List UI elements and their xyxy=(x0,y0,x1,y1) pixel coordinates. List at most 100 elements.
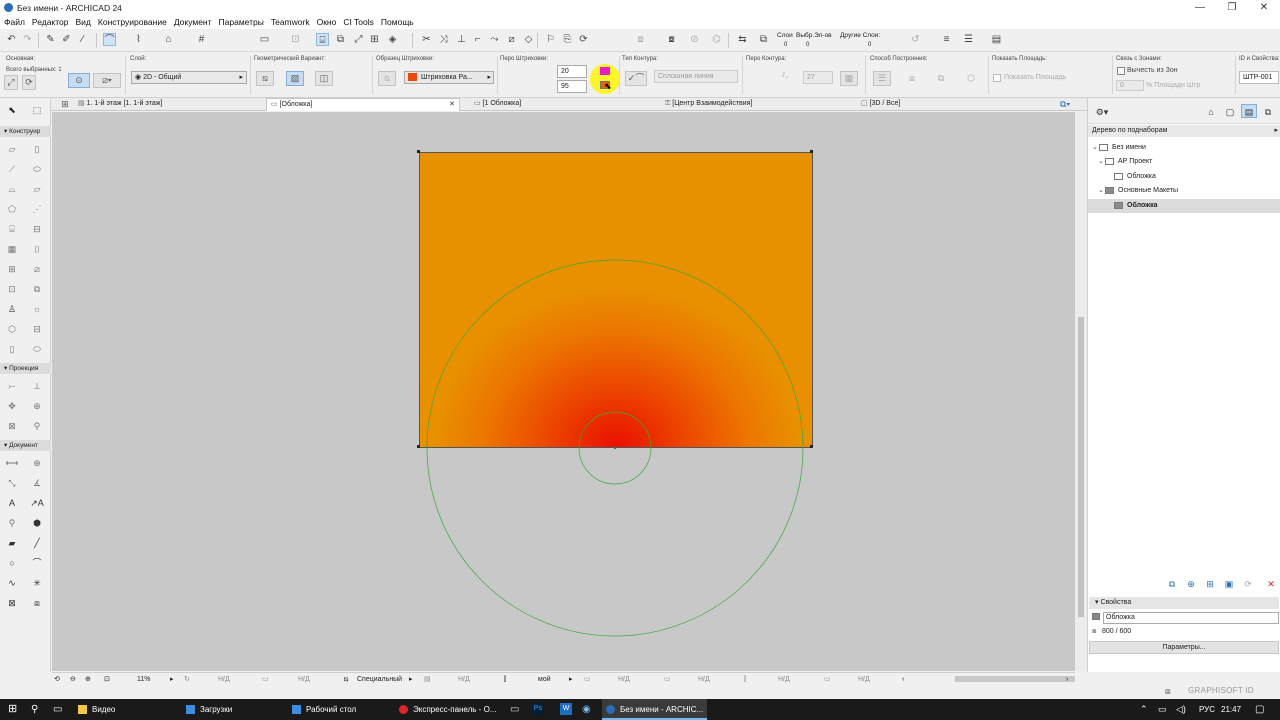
fill-settings-icon[interactable]: ⧄▾ xyxy=(93,73,121,88)
tree-item-main-layouts[interactable]: ⌄ Основные Макеты xyxy=(1088,184,1280,198)
tree-item-cover-layout[interactable]: Обложка xyxy=(1088,199,1280,213)
elevation-tool-icon[interactable]: ⊥ xyxy=(29,379,45,393)
snap-guides-icon[interactable]: ⌒ xyxy=(103,33,116,46)
rectangle-fill-icon[interactable]: ▨ xyxy=(286,71,304,86)
spline-tool-icon[interactable]: ∿ xyxy=(4,576,20,590)
column-tool-icon[interactable]: ▯ xyxy=(29,142,45,156)
layout-icon[interactable]: ⧉ xyxy=(334,33,347,46)
edit-fill-icon[interactable]: ⊙ xyxy=(68,73,90,88)
update-icon[interactable]: ⟳ xyxy=(1240,577,1256,591)
fill-type-select[interactable]: Штриховка Ра... ▸ xyxy=(404,71,494,84)
selection-icon[interactable]: ▭ xyxy=(258,33,271,46)
corner-window-tool-icon[interactable]: ⊟ xyxy=(29,322,45,336)
angle-dimension-tool-icon[interactable]: ∡ xyxy=(29,476,45,490)
gravity-icon[interactable]: ⌂ xyxy=(162,33,175,46)
eyedropper-icon[interactable]: ⁄ xyxy=(76,33,89,46)
tab-floor-plan[interactable]: ▤ 1. 1-й этаж [1. 1-й этаж] xyxy=(74,98,264,111)
rotate-icon[interactable]: ⟳ xyxy=(22,75,36,90)
area-percent-input[interactable]: 0 xyxy=(1116,80,1144,91)
menu-help[interactable]: Помощь xyxy=(381,17,414,27)
corner-handle-tr[interactable] xyxy=(810,150,813,153)
window-tool-icon[interactable]: ⊞ xyxy=(4,262,20,276)
menu-teamwork[interactable]: Teamwork xyxy=(271,17,310,27)
project-map-icon[interactable]: ⌂ xyxy=(1203,105,1219,119)
tray-chevron-icon[interactable]: ⌃ xyxy=(1140,699,1148,720)
undo-icon[interactable]: ↶ xyxy=(5,33,18,46)
worksheet-tool-icon[interactable]: ⊕ xyxy=(29,399,45,413)
bg-pen-input[interactable]: 95 xyxy=(557,80,587,93)
scrollbar-thumb[interactable] xyxy=(1078,317,1084,617)
marquee-tool-icon[interactable]: ⬚ xyxy=(29,103,45,117)
tree-item-project[interactable]: ⌄ Без имени xyxy=(1088,141,1280,155)
fill-pen-input[interactable]: 20 xyxy=(557,65,587,78)
task-view-icon[interactable]: ▭ xyxy=(53,699,62,720)
layout-canvas[interactable] xyxy=(52,112,1075,671)
opening-tool-icon[interactable]: ▯ xyxy=(4,342,20,356)
taskbar-item-archicad[interactable]: Без имени - ARCHIC... xyxy=(602,699,707,720)
corner-handle-bl[interactable] xyxy=(417,445,420,448)
construction-4-icon[interactable]: ⬡ xyxy=(962,71,980,86)
properties-header[interactable]: ▾ Свойства xyxy=(1089,597,1279,609)
language-indicator[interactable]: РУС xyxy=(1199,699,1215,720)
dimension-tool-icon[interactable]: ⟷ xyxy=(4,456,20,470)
taskbar-item-video[interactable]: Видео xyxy=(76,699,176,720)
new-layout-icon[interactable]: ⊕ xyxy=(1183,577,1199,591)
corner-handle-tl[interactable] xyxy=(417,150,420,153)
parameters-button[interactable]: Параметры... xyxy=(1089,641,1279,654)
hotspot-tool-icon[interactable]: ✳ xyxy=(29,576,45,590)
layout-book-icon[interactable]: ▤ xyxy=(1241,104,1257,118)
object-tool-icon[interactable]: ⧉ xyxy=(29,282,45,296)
subtract-checkbox[interactable] xyxy=(1117,67,1125,75)
taskbar-item-downloads[interactable]: Загрузки xyxy=(182,699,282,720)
light-tool-icon[interactable]: ☼ xyxy=(29,302,45,316)
offset-icon[interactable]: ⤳ xyxy=(488,33,501,46)
roof-tool-icon[interactable]: ⌓ xyxy=(4,182,20,196)
search-icon[interactable]: ⚲ xyxy=(31,699,38,720)
minimize-button[interactable]: — xyxy=(1184,0,1216,15)
tab-view-icon[interactable]: ⧉▾ xyxy=(1057,98,1073,111)
group-icon[interactable]: ⧈ xyxy=(634,33,647,46)
curtain-wall-tool-icon[interactable]: ▦ xyxy=(4,242,20,256)
tab-list-icon[interactable]: ⊞ xyxy=(57,98,73,111)
snap-points-icon[interactable]: ⌇ xyxy=(132,33,145,46)
inject-icon[interactable]: ✐ xyxy=(60,33,73,46)
corner-handle-br[interactable] xyxy=(810,445,813,448)
radial-dimension-tool-icon[interactable]: ⤡ xyxy=(4,476,20,490)
teamwork-icon[interactable]: ↺ xyxy=(909,33,922,46)
grid-snap-icon[interactable]: # xyxy=(195,33,208,46)
properties-name-input[interactable]: Обложка xyxy=(1103,612,1279,624)
model-view-icon[interactable]: ▤ xyxy=(990,33,1003,46)
menu-ci-tools[interactable]: CI Tools xyxy=(343,17,374,27)
morph-tool-icon[interactable]: ⬠ xyxy=(4,202,20,216)
rotated-fill-icon[interactable]: ◫ xyxy=(315,71,333,86)
new-subset-icon[interactable]: ⧉ xyxy=(1164,577,1180,591)
new-drawing-icon[interactable]: ▣ xyxy=(1221,577,1237,591)
taskbar-item-desktop[interactable]: Рабочий стол xyxy=(288,699,388,720)
explode-icon[interactable]: ⧄ xyxy=(505,33,518,46)
construction-3-icon[interactable]: ⧉ xyxy=(932,71,950,86)
suspend-group-icon[interactable]: ⌬ xyxy=(710,33,723,46)
layer-select[interactable]: ◉ 2D - Общий ▸ xyxy=(131,71,247,84)
clock[interactable]: 21:47 xyxy=(1221,699,1241,720)
toolbox-group-design[interactable]: ▾ Конструир xyxy=(0,126,51,137)
arrow-tool-icon[interactable]: ⬉ xyxy=(4,103,20,117)
skylight-tool-icon[interactable]: ⧄ xyxy=(29,262,45,276)
fillet-icon[interactable]: ⌐ xyxy=(471,33,484,46)
toolbox-group-document[interactable]: ▾ Документ xyxy=(0,440,51,451)
line-tool-icon[interactable]: ╱ xyxy=(29,536,45,550)
close-window-button[interactable]: ✕ xyxy=(1248,0,1280,15)
intersect-icon[interactable]: ⊥ xyxy=(455,33,468,46)
drawing-tool-icon[interactable]: ⊠ xyxy=(4,596,20,610)
mesh-tool-icon[interactable]: ⋰ xyxy=(29,202,45,216)
measure-icon[interactable]: ⤢ xyxy=(352,33,365,46)
publisher-sets-icon[interactable]: ⧉ xyxy=(1260,105,1276,119)
stair-tool-icon[interactable]: ⌸ xyxy=(4,222,20,236)
contour-line-select[interactable]: Сплошная линия xyxy=(654,70,738,83)
beam-tool-icon[interactable]: ⟋ xyxy=(4,162,20,176)
figure-tool-icon[interactable]: ⬢ xyxy=(29,516,45,530)
show-area-checkbox[interactable] xyxy=(993,74,1001,82)
delete-icon[interactable]: ✕ xyxy=(1263,577,1279,591)
adjust-icon[interactable]: ⤨ xyxy=(437,33,450,46)
graphisoft-id-link[interactable]: GRAPHISOFT ID xyxy=(1188,686,1254,695)
photoshop-icon[interactable]: Ps xyxy=(532,703,544,715)
